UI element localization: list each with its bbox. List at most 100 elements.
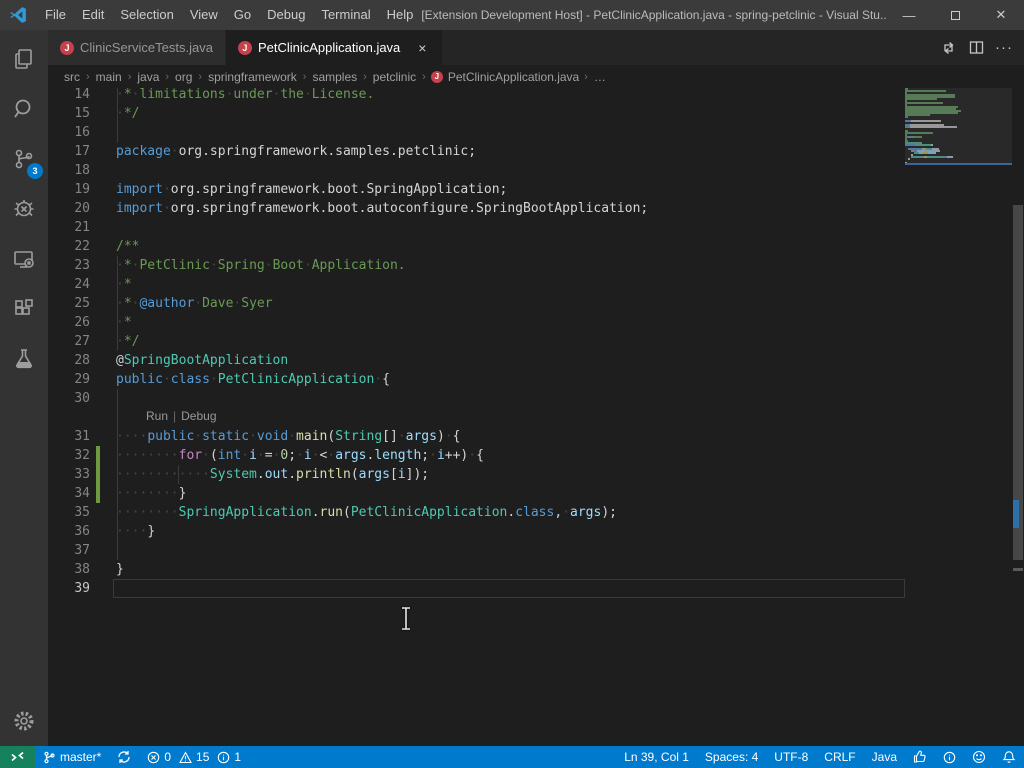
code-line-36[interactable]: 36····}: [48, 522, 905, 541]
activity-bar-run-and-debug[interactable]: [0, 184, 48, 234]
activity-bar-explorer[interactable]: [0, 34, 48, 84]
line-number[interactable]: 27: [48, 332, 90, 351]
line-number[interactable]: 33: [48, 465, 90, 484]
code-line-17[interactable]: 17package·org.springframework.samples.pe…: [48, 142, 905, 161]
line-number[interactable]: 28: [48, 351, 90, 370]
code-line-34[interactable]: 34········}: [48, 484, 905, 503]
maximize-button[interactable]: [932, 0, 978, 30]
status-sync[interactable]: [109, 746, 139, 768]
minimap-slider[interactable]: [905, 88, 1012, 164]
status-notifications[interactable]: [994, 746, 1024, 768]
split-editor-button[interactable]: [962, 30, 990, 65]
menu-terminal[interactable]: Terminal: [313, 0, 378, 30]
line-number[interactable]: 20: [48, 199, 90, 218]
menu-debug[interactable]: Debug: [259, 0, 313, 30]
status-info[interactable]: [935, 746, 964, 768]
menu-edit[interactable]: Edit: [74, 0, 112, 30]
line-number[interactable]: 37: [48, 541, 90, 560]
minimize-button[interactable]: —: [886, 0, 932, 30]
open-changes-button[interactable]: [934, 30, 962, 65]
status-feedback[interactable]: [964, 746, 994, 768]
code-line-35[interactable]: 35········SpringApplication.run(PetClini…: [48, 503, 905, 522]
menu-file[interactable]: File: [37, 0, 74, 30]
code-line-33[interactable]: 33············System.out.println(args[i]…: [48, 465, 905, 484]
line-number[interactable]: 15: [48, 104, 90, 123]
codelens-debug-link[interactable]: Debug: [181, 409, 216, 423]
line-number[interactable]: 38: [48, 560, 90, 579]
line-number[interactable]: 36: [48, 522, 90, 541]
activity-bar-manage[interactable]: [0, 696, 48, 746]
code-line-22[interactable]: 22/**: [48, 237, 905, 256]
status-language-mode[interactable]: Java: [864, 746, 905, 768]
code-line-16[interactable]: 16: [48, 123, 905, 142]
line-number[interactable]: 23: [48, 256, 90, 275]
breadcrumb-item-petclinic[interactable]: petclinic: [372, 70, 417, 84]
status-problems[interactable]: 0151: [139, 746, 253, 768]
status-indentation[interactable]: Spaces: 4: [697, 746, 766, 768]
line-number[interactable]: 35: [48, 503, 90, 522]
status-java-status[interactable]: [905, 746, 935, 768]
menu-view[interactable]: View: [182, 0, 226, 30]
activity-bar-extensions[interactable]: [0, 284, 48, 334]
breadcrumb-item-src[interactable]: src: [63, 70, 81, 84]
close-tab-icon[interactable]: ×: [414, 40, 430, 56]
code-line-38[interactable]: 38}: [48, 560, 905, 579]
line-number[interactable]: 18: [48, 161, 90, 180]
status-remote[interactable]: [0, 746, 35, 768]
line-number[interactable]: 21: [48, 218, 90, 237]
code-line-29[interactable]: 29public·class·PetClinicApplication·{: [48, 370, 905, 389]
codelens-run-link[interactable]: Run: [146, 409, 168, 423]
minimap[interactable]: [905, 88, 1012, 166]
editor[interactable]: 14·*·limitations·under·the·License.15·*/…: [48, 88, 1024, 746]
line-number[interactable]: 32: [48, 446, 90, 465]
line-number[interactable]: 19: [48, 180, 90, 199]
code-line-27[interactable]: 27·*/: [48, 332, 905, 351]
code-line-18[interactable]: 18: [48, 161, 905, 180]
activity-bar-search[interactable]: [0, 84, 48, 134]
breadcrumb-item-file[interactable]: JPetClinicApplication.java: [431, 70, 579, 84]
code-line-28[interactable]: 28@SpringBootApplication: [48, 351, 905, 370]
vertical-scrollbar[interactable]: [1012, 88, 1024, 746]
more-actions-button[interactable]: ···: [990, 30, 1018, 65]
code-line-31[interactable]: 31····public·static·void·main(String[]·a…: [48, 427, 905, 446]
line-number[interactable]: 24: [48, 275, 90, 294]
close-button[interactable]: ✕: [978, 0, 1024, 30]
status-encoding[interactable]: UTF-8: [766, 746, 816, 768]
code-line-30[interactable]: 30: [48, 389, 905, 408]
line-number[interactable]: 25: [48, 294, 90, 313]
line-number[interactable]: 31: [48, 427, 90, 446]
breadcrumb-item-java[interactable]: java: [136, 70, 160, 84]
activity-bar-test-explorer[interactable]: [0, 334, 48, 384]
breadcrumb-item-org[interactable]: org: [174, 70, 193, 84]
code-line-24[interactable]: 24·*: [48, 275, 905, 294]
line-number[interactable]: 39: [48, 579, 90, 598]
activity-bar-source-control[interactable]: 3: [0, 134, 48, 184]
activity-bar-remote-explorer[interactable]: [0, 234, 48, 284]
line-number[interactable]: 22: [48, 237, 90, 256]
line-number[interactable]: 34: [48, 484, 90, 503]
code-line-32[interactable]: 32········for·(int·i·=·0;·i·<·args.lengt…: [48, 446, 905, 465]
code-line-14[interactable]: 14·*·limitations·under·the·License.: [48, 88, 905, 104]
code-line-25[interactable]: 25·*·@author·Dave·Syer: [48, 294, 905, 313]
status-cursor-position[interactable]: Ln 39, Col 1: [616, 746, 697, 768]
line-number[interactable]: 14: [48, 88, 90, 104]
menu-help[interactable]: Help: [379, 0, 422, 30]
code-line-21[interactable]: 21: [48, 218, 905, 237]
status-branch[interactable]: master*: [35, 746, 109, 768]
tab-petclinicapplication-java[interactable]: JPetClinicApplication.java×: [226, 30, 443, 65]
code-line-20[interactable]: 20import·org.springframework.boot.autoco…: [48, 199, 905, 218]
code-line-23[interactable]: 23·*·PetClinic·Spring·Boot·Application.: [48, 256, 905, 275]
breadcrumb-item-springframework[interactable]: springframework: [207, 70, 298, 84]
line-number[interactable]: 17: [48, 142, 90, 161]
tab-clinicservicetests-java[interactable]: JClinicServiceTests.java: [48, 30, 226, 65]
line-number[interactable]: 16: [48, 123, 90, 142]
menu-go[interactable]: Go: [226, 0, 259, 30]
code-line-37[interactable]: 37: [48, 541, 905, 560]
breadcrumb-item-main[interactable]: main: [95, 70, 123, 84]
code-line-19[interactable]: 19import·org.springframework.boot.Spring…: [48, 180, 905, 199]
status-eol[interactable]: CRLF: [816, 746, 863, 768]
code-line-15[interactable]: 15·*/: [48, 104, 905, 123]
breadcrumb-item-samples[interactable]: samples: [311, 70, 358, 84]
line-number[interactable]: 29: [48, 370, 90, 389]
line-number[interactable]: 30: [48, 389, 90, 408]
